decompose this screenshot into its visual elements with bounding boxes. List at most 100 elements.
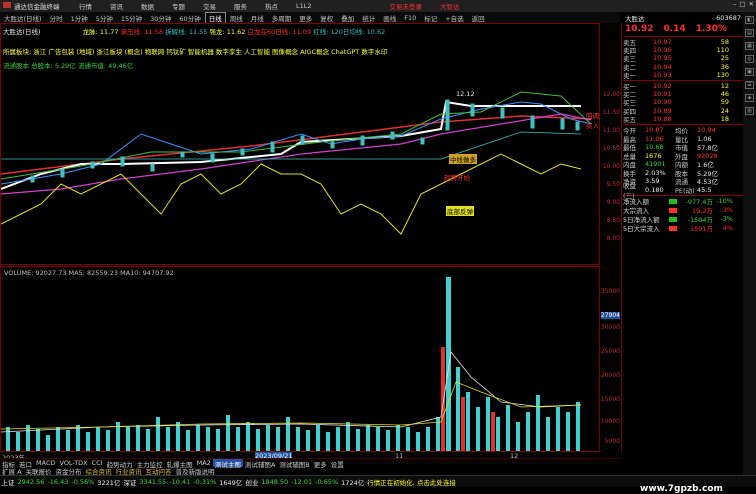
info-tabs: 扩展 A 关联报价 资金分布 综合资讯 行业资讯 互动问答 普及新版说明: [0, 466, 620, 476]
index-change: -10.41: [169, 477, 191, 486]
quote-row: 收益(三) 0.180 PE(动) 45.5: [623, 181, 712, 200]
volume-tick: 30000: [600, 324, 620, 331]
close-icon[interactable]: ✕: [749, 0, 754, 8]
ma-line-magenta: [0, 113, 592, 195]
stock-title: 大胜达(日线): [4, 14, 42, 23]
flow-row: 5日大宗流入 1591万 4%: [623, 224, 733, 234]
toolbar-button[interactable]: F10: [400, 14, 420, 22]
period-tab[interactable]: 15分钟: [117, 13, 146, 23]
stock-code: 603687: [716, 13, 741, 22]
sidebar-icon[interactable]: ▦: [745, 42, 754, 50]
info-tab[interactable]: 普及新版说明: [174, 466, 217, 476]
index-name[interactable]: 创业: [244, 477, 260, 487]
period-tab-active[interactable]: 日线: [204, 11, 226, 24]
index-amount: 1649亿: [219, 478, 243, 487]
menu-item[interactable]: 专题: [163, 1, 194, 11]
period-tab[interactable]: 周线: [226, 13, 247, 23]
period-tab[interactable]: 60分钟: [175, 13, 204, 23]
period-tab[interactable]: 月线: [247, 13, 268, 23]
login-button[interactable]: 大智达: [431, 1, 469, 11]
indicator-value: 龙脉: 11.77: [82, 28, 119, 36]
indicator-header: 大胜达(日线) 龙脉: 11.77 承压线: 11.58 拆解线: 11.55 …: [3, 26, 385, 36]
price-row: 10.92 0.14 1.30%: [623, 23, 743, 35]
sidebar-icon[interactable]: ▥: [745, 107, 754, 115]
menu-item[interactable]: L1L2: [287, 2, 321, 10]
menu-item[interactable]: 行情: [70, 1, 101, 11]
indicator-value: 承压线: 11.58: [120, 28, 163, 36]
bid-row: 买五 10.88 18: [623, 114, 729, 124]
period-tab[interactable]: 更多: [295, 13, 316, 23]
chart-toolbar: 大胜达(日线) 分时 1分钟 5分钟 15分钟 30分钟 60分钟 日线 周线 …: [0, 11, 620, 24]
index-name[interactable]: 上证: [0, 477, 16, 487]
price-tick: 10.50: [602, 145, 620, 152]
index-change: -12.01: [291, 477, 313, 486]
menu-item[interactable]: 数据: [132, 1, 163, 11]
period-tab[interactable]: 多周期: [268, 13, 296, 23]
volume-canvas[interactable]: [0, 267, 599, 451]
minimize-icon[interactable]: –: [733, 0, 736, 8]
index-name[interactable]: 深证: [122, 477, 138, 487]
last-price: 10.92: [625, 24, 654, 34]
float-info: 流通股本 总股本: 5.29亿 流通市值: 49.46亿: [3, 62, 134, 70]
info-tab[interactable]: 关联报价: [24, 466, 54, 476]
price-tick: 9.50: [606, 181, 620, 188]
price-pct: 1.30%: [695, 24, 727, 34]
index-value: 1848.50: [261, 477, 289, 486]
info-tab[interactable]: 行业资讯: [114, 466, 144, 476]
info-tab[interactable]: 综合资讯: [84, 466, 114, 476]
volume-tick: 35000: [600, 288, 620, 295]
info-tab[interactable]: 互动问答: [144, 466, 174, 476]
maximize-icon[interactable]: □: [739, 0, 745, 8]
volume-tick: 10000: [600, 418, 620, 425]
volume-axis: 35000 27904 30000 25000 20000 15000 1000…: [600, 266, 622, 452]
menu-item[interactable]: 资讯: [101, 1, 132, 11]
price-chart[interactable]: 大胜达(日线) 龙脉: 11.77 承压线: 11.58 拆解线: 11.55 …: [0, 23, 600, 265]
volume-chart[interactable]: VOLUME: 92027.73 MA5: 82559.23 MA10: 947…: [0, 266, 600, 452]
window-controls: – □ ✕: [733, 0, 754, 8]
chart-title: 大胜达(日线): [3, 28, 41, 36]
period-tab[interactable]: 1分钟: [67, 13, 92, 23]
price-tick: 9.00: [606, 199, 620, 206]
sidebar-icon[interactable]: ▣: [745, 68, 754, 76]
concept-list: 所属板块: 浙江 广告包装 (地域) 浙江板块 (概念) 物联网 钙钛矿 智能机…: [3, 48, 388, 56]
menu-item[interactable]: 热点: [256, 1, 287, 11]
price-annotation: 12.12: [456, 90, 475, 98]
price-tick: 10.00: [602, 163, 620, 170]
menu-item[interactable]: 服务: [225, 1, 256, 11]
menu-bar: 通达信金融终端 行情 资讯 数据 专题 交易 服务 热点 L1L2 交易未登录 …: [0, 0, 756, 12]
volume-tick: 15000: [600, 396, 620, 403]
watermark: www.7gpzb.com: [640, 484, 723, 494]
toolbar-button[interactable]: +自选: [441, 13, 467, 23]
toolbar-button[interactable]: 叠加: [337, 13, 358, 23]
toolbar-button[interactable]: 复权: [316, 13, 337, 23]
price-tick: 8.00: [606, 235, 620, 242]
toolbar-button[interactable]: 返回: [468, 13, 489, 23]
login-notice[interactable]: 交易未登录: [381, 1, 432, 11]
menu-item[interactable]: 交易: [194, 1, 225, 11]
period-tab[interactable]: 30分钟: [146, 13, 175, 23]
period-tab[interactable]: 5分钟: [92, 13, 117, 23]
toolbar-button[interactable]: 统计: [358, 13, 379, 23]
quote-header: 大胜达 603687: [623, 12, 743, 23]
sidebar-icon[interactable]: ☰: [745, 81, 754, 89]
indicator-line-yellow: [0, 153, 582, 235]
sidebar-icon[interactable]: ◧: [745, 16, 754, 24]
period-tab[interactable]: 分时: [46, 13, 67, 23]
info-tab[interactable]: 扩展 A: [0, 466, 24, 476]
index-pct: -0.31%: [193, 477, 217, 486]
toolbar-button[interactable]: 标记: [420, 13, 441, 23]
sidebar-icon[interactable]: ◎: [745, 55, 754, 63]
sidebar-icon[interactable]: ◈: [745, 94, 754, 102]
volume-tick: 25000: [600, 348, 620, 355]
connection-message[interactable]: 行情正在初始化, 点击此处连接: [366, 477, 458, 487]
toolbar-button[interactable]: 画线: [379, 13, 400, 23]
price-tick: 11.50: [602, 109, 620, 116]
info-tab[interactable]: 资金分布: [54, 466, 84, 476]
volume-tick: 5000: [604, 438, 620, 445]
indicator-value: 白龙在60日线: 11.09: [247, 28, 312, 36]
index-change: -16.43: [47, 477, 69, 486]
index-pct: -0.65%: [315, 477, 339, 486]
index-amount: 1724亿: [341, 478, 365, 487]
sidebar-icon[interactable]: ▤: [745, 29, 754, 37]
price-tick: 12.00: [602, 91, 620, 98]
